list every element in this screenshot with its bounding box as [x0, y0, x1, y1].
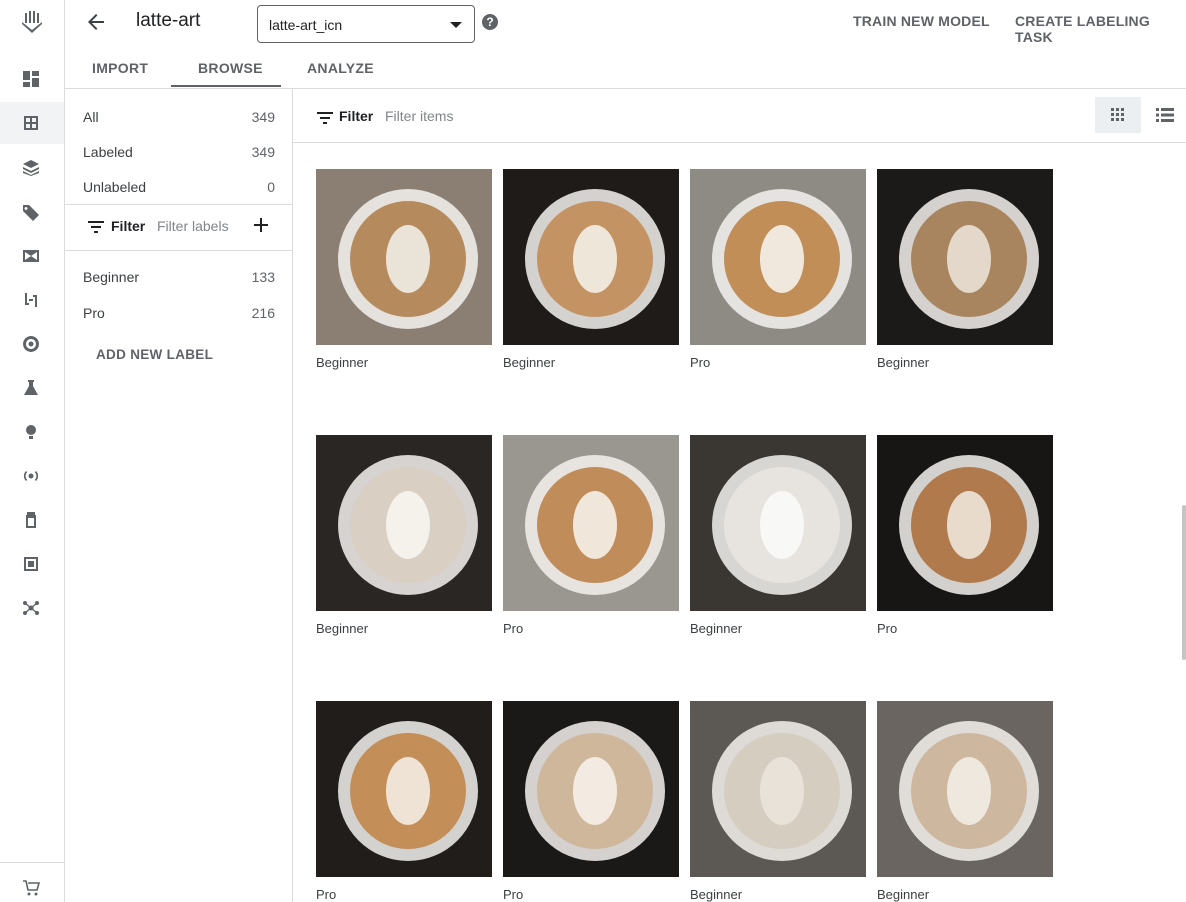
latte-thumbnail-image	[877, 701, 1053, 877]
left-nav-rail	[0, 0, 65, 902]
dropdown-arrow-icon	[450, 22, 462, 28]
latte-thumbnail-image	[316, 701, 492, 877]
dataset-select-value: latte-art_icn	[269, 17, 343, 33]
count-label: All	[83, 109, 99, 125]
image-tile[interactable]: Beginner	[690, 435, 866, 636]
vertex-ai-logo-icon[interactable]	[18, 8, 46, 36]
image-label: Pro	[877, 621, 898, 636]
training-icon[interactable]	[20, 333, 42, 355]
image-label: Beginner	[690, 621, 743, 636]
back-arrow-icon[interactable]	[82, 8, 110, 36]
image-label: Beginner	[316, 621, 369, 636]
label-name: Beginner	[83, 269, 140, 285]
count-label: Labeled	[83, 144, 133, 160]
matching-engine-icon[interactable]	[20, 597, 42, 619]
items-toolbar: Filter Filter items	[293, 89, 1186, 143]
create-labeling-task-button[interactable]: CREATE LABELING TASK	[1015, 13, 1186, 45]
count-labeled[interactable]: Labeled 349	[83, 144, 275, 160]
filter-items-button[interactable]: Filter	[339, 108, 373, 124]
metadata-icon[interactable]	[20, 553, 42, 575]
image-label: Pro	[503, 887, 524, 902]
labeling-icon[interactable]	[20, 201, 42, 223]
image-tile[interactable]: Pro	[316, 701, 492, 902]
image-label: Beginner	[690, 887, 743, 902]
panel-divider	[64, 204, 292, 205]
image-tile[interactable]: Beginner	[877, 169, 1053, 370]
panel-divider	[64, 250, 292, 251]
models-icon[interactable]	[20, 421, 42, 443]
latte-thumbnail-image	[503, 169, 679, 345]
image-label: Pro	[316, 887, 337, 902]
image-tile[interactable]: Beginner	[503, 169, 679, 370]
train-new-model-button[interactable]: TRAIN NEW MODEL	[853, 13, 990, 29]
image-label: Beginner	[877, 887, 930, 902]
label-item-pro[interactable]: Pro 216	[83, 305, 275, 321]
tab-bar: IMPORT BROWSE ANALYZE	[64, 48, 1186, 89]
label-item-beginner[interactable]: Beginner 133	[83, 269, 275, 285]
image-label: Pro	[503, 621, 524, 636]
features-icon[interactable]	[20, 157, 42, 179]
image-tile[interactable]: Pro	[877, 435, 1053, 636]
image-label: Beginner	[877, 355, 930, 370]
count-value: 0	[267, 179, 275, 195]
filter-icon	[88, 220, 104, 238]
scrollbar[interactable]	[1182, 505, 1186, 660]
filter-items-input[interactable]: Filter items	[385, 108, 453, 124]
latte-thumbnail-image	[877, 169, 1053, 345]
count-label: Unlabeled	[83, 179, 147, 195]
tab-browse[interactable]: BROWSE	[198, 60, 263, 76]
dataset-select[interactable]: latte-art_icn	[257, 5, 475, 43]
active-tab-indicator	[171, 85, 281, 87]
tab-analyze[interactable]: ANALYZE	[307, 60, 374, 76]
latte-thumbnail-image	[690, 435, 866, 611]
help-icon[interactable]: ?	[482, 14, 498, 30]
marketplace-icon[interactable]	[20, 877, 42, 899]
image-tile[interactable]: Pro	[503, 701, 679, 902]
list-view-icon[interactable]	[1151, 97, 1179, 133]
image-tile[interactable]: Beginner	[316, 169, 492, 370]
dashboard-icon[interactable]	[20, 68, 42, 90]
count-value: 349	[251, 144, 275, 160]
filter-icon	[317, 111, 333, 129]
add-label-plus-icon[interactable]	[254, 215, 268, 235]
label-panel: All 349 Labeled 349 Unlabeled 0 Filter F…	[64, 89, 293, 902]
latte-thumbnail-image	[316, 169, 492, 345]
latte-thumbnail-image	[503, 435, 679, 611]
count-value: 349	[251, 109, 275, 125]
filter-labels-input[interactable]: Filter labels	[157, 218, 229, 234]
label-count: 216	[251, 305, 275, 321]
image-label: Beginner	[503, 355, 556, 370]
latte-thumbnail-image	[690, 169, 866, 345]
image-tile[interactable]: Beginner	[316, 435, 492, 636]
latte-thumbnail-image	[316, 435, 492, 611]
image-tile[interactable]: Beginner	[690, 701, 866, 902]
image-tile[interactable]: Beginner	[877, 701, 1053, 902]
image-label: Pro	[690, 355, 711, 370]
latte-thumbnail-image	[690, 701, 866, 877]
datasets-icon[interactable]	[20, 112, 42, 134]
add-new-label-button[interactable]: ADD NEW LABEL	[96, 347, 213, 362]
experiments-icon[interactable]	[20, 377, 42, 399]
filter-labels-button[interactable]: Filter	[111, 218, 145, 234]
page-header: latte-art latte-art_icn ? TRAIN NEW MODE…	[64, 0, 1186, 48]
rail-divider	[0, 862, 64, 863]
image-label: Beginner	[316, 355, 369, 370]
latte-thumbnail-image	[503, 701, 679, 877]
image-tile[interactable]: Pro	[690, 169, 866, 370]
label-count: 133	[251, 269, 275, 285]
latte-thumbnail-image	[877, 435, 1053, 611]
endpoints-icon[interactable]	[20, 465, 42, 487]
tab-import[interactable]: IMPORT	[92, 60, 148, 76]
image-tile[interactable]: Pro	[503, 435, 679, 636]
grid-view-icon[interactable]	[1095, 97, 1141, 133]
batch-predictions-icon[interactable]	[20, 509, 42, 531]
pipelines-icon[interactable]	[20, 289, 42, 311]
count-unlabeled[interactable]: Unlabeled 0	[83, 179, 275, 195]
page-title: latte-art	[136, 10, 201, 31]
label-name: Pro	[83, 305, 105, 321]
count-all[interactable]: All 349	[83, 109, 275, 125]
workbench-icon[interactable]	[20, 245, 42, 267]
